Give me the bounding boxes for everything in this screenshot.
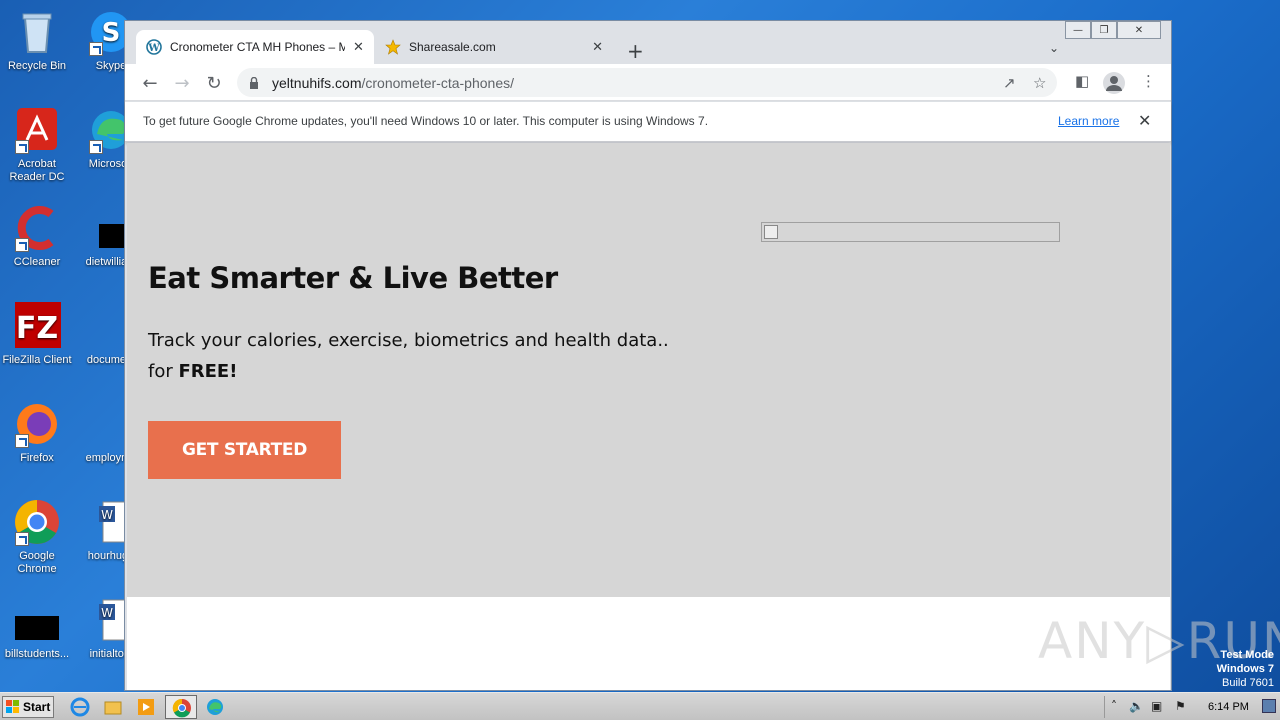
windows-flag-icon <box>6 700 19 713</box>
chrome-icon <box>172 698 191 718</box>
network-icon[interactable]: ▣ <box>1151 699 1162 713</box>
toolbar: ← → ↻ yeltnuhifs.com/cronometer-cta-phon… <box>125 64 1171 101</box>
menu-kebab-icon[interactable]: ⋮ <box>1141 72 1156 90</box>
tray-chevron-icon[interactable]: ˄ <box>1111 699 1117 713</box>
profile-avatar[interactable] <box>1103 72 1125 94</box>
volume-icon[interactable]: 🔈 <box>1129 699 1144 713</box>
learn-more-link[interactable]: Learn more <box>1058 114 1119 128</box>
test-mode-watermark: Test Mode Windows 7 Build 7601 <box>1217 648 1274 690</box>
hero-heading: Eat Smarter & Live Better <box>148 261 558 295</box>
desktop-icon-label: Recycle Bin <box>7 60 67 72</box>
tab-title: Shareasale.com <box>409 40 496 54</box>
desktop-icon-label: Firefox <box>20 452 54 464</box>
desktop-icon-filezilla[interactable]: FZ FileZilla Client <box>0 302 74 367</box>
tab-strip: W Cronometer CTA MH Phones – My Bl ✕ Sha… <box>125 27 1171 64</box>
watermark-line2: Windows 7 <box>1216 663 1274 675</box>
filezilla-icon: FZ <box>13 302 61 350</box>
ccleaner-icon <box>13 204 61 252</box>
reload-button[interactable]: ↻ <box>201 70 227 96</box>
desktop-icon-firefox[interactable]: Firefox <box>0 400 74 465</box>
tab-shareasale[interactable]: Shareasale.com ✕ <box>375 30 613 64</box>
url-host: yeltnuhifs.com <box>272 74 362 91</box>
infobar-message: To get future Google Chrome updates, you… <box>143 114 709 128</box>
close-infobar-icon[interactable]: ✕ <box>1138 111 1151 130</box>
watermark-line1: Test Mode <box>1220 649 1274 661</box>
desktop-icon-label: CCleaner <box>13 256 61 268</box>
subtitle-free: FREE! <box>178 361 238 382</box>
desktop-icon-label: FileZilla Client <box>2 354 72 366</box>
update-infobar: To get future Google Chrome updates, you… <box>125 102 1171 142</box>
svg-text:W: W <box>101 508 113 522</box>
file-icon <box>13 596 61 644</box>
subtitle-prefix: for <box>148 361 179 382</box>
taskbar: Start ˄ 🔈 ▣ ⚑ 6:14 PM <box>0 692 1280 720</box>
start-label: Start <box>23 700 51 714</box>
broken-image <box>761 222 1060 242</box>
watermark-line3: Build 7601 <box>1222 677 1274 689</box>
firefox-icon <box>13 400 61 448</box>
desktop-icon-label: Google Chrome <box>17 550 57 575</box>
chrome-icon <box>13 498 61 546</box>
url-path: /cronometer-cta-phones/ <box>361 74 515 91</box>
share-icon[interactable]: ↗ <box>1003 74 1016 92</box>
media-player-icon[interactable] <box>136 697 156 717</box>
show-desktop-button[interactable] <box>1262 699 1276 713</box>
get-started-button[interactable]: GET STARTED <box>148 421 341 479</box>
star-icon <box>385 39 401 55</box>
forward-button[interactable]: → <box>169 70 195 96</box>
browser-window: — ❐ ✕ W Cronometer CTA MH Phones – My Bl… <box>124 20 1172 691</box>
svg-text:S: S <box>102 18 121 48</box>
desktop-icon-label: billstudents... <box>4 648 70 660</box>
close-tab-icon[interactable]: ✕ <box>353 40 364 55</box>
hero-subtitle-line2: for FREE! <box>148 361 237 382</box>
address-bar[interactable]: yeltnuhifs.com/cronometer-cta-phones/ ↗ … <box>237 68 1057 97</box>
svg-text:W: W <box>101 606 113 620</box>
broken-image-icon <box>764 225 778 239</box>
internet-explorer-icon[interactable] <box>70 697 90 717</box>
desktop-icon-ccleaner[interactable]: CCleaner <box>0 204 74 269</box>
new-tab-button[interactable]: + <box>627 39 644 63</box>
svg-text:FZ: FZ <box>16 311 58 346</box>
chrome-taskbar-button[interactable] <box>165 695 197 719</box>
tab-title: Cronometer CTA MH Phones – My Bl <box>170 40 345 54</box>
url-text: yeltnuhifs.com/cronometer-cta-phones/ <box>272 75 514 91</box>
action-center-flag-icon[interactable]: ⚑ <box>1175 699 1186 713</box>
edge-icon[interactable] <box>205 697 225 717</box>
svg-text:W: W <box>147 43 160 54</box>
desktop-icon-label: Skype <box>95 60 127 72</box>
hero-section: Eat Smarter & Live Better Track your cal… <box>127 143 1170 597</box>
desktop-icon-billstudents[interactable]: billstudents... <box>0 596 74 661</box>
clock[interactable]: 6:14 PM <box>1208 701 1249 713</box>
desktop-icon-chrome[interactable]: Google Chrome <box>0 498 74 576</box>
bookmark-star-icon[interactable]: ☆ <box>1033 74 1046 92</box>
system-tray: ˄ 🔈 ▣ ⚑ <box>1104 696 1278 718</box>
wordpress-icon: W <box>146 39 162 55</box>
close-tab-icon[interactable]: ✕ <box>592 40 603 55</box>
desktop-icon-recycle-bin[interactable]: Recycle Bin <box>0 8 74 73</box>
start-button[interactable]: Start <box>2 696 54 718</box>
file-explorer-icon[interactable] <box>103 697 123 717</box>
lock-icon <box>250 76 258 89</box>
desktop-icon-acrobat[interactable]: Acrobat Reader DC <box>0 106 74 184</box>
recycle-bin-icon <box>13 8 61 56</box>
tab-search-chevron-icon[interactable]: ⌄ <box>1049 41 1059 55</box>
person-icon <box>1106 76 1122 91</box>
back-button[interactable]: ← <box>137 70 163 96</box>
side-panel-icon[interactable]: ◧ <box>1075 72 1089 90</box>
hero-subtitle-line1: Track your calories, exercise, biometric… <box>148 330 669 351</box>
tab-cronometer[interactable]: W Cronometer CTA MH Phones – My Bl ✕ <box>136 30 374 64</box>
desktop-icon-label: Acrobat Reader DC <box>9 158 65 183</box>
acrobat-icon <box>13 106 61 154</box>
web-page: Eat Smarter & Live Better Track your cal… <box>127 143 1170 690</box>
